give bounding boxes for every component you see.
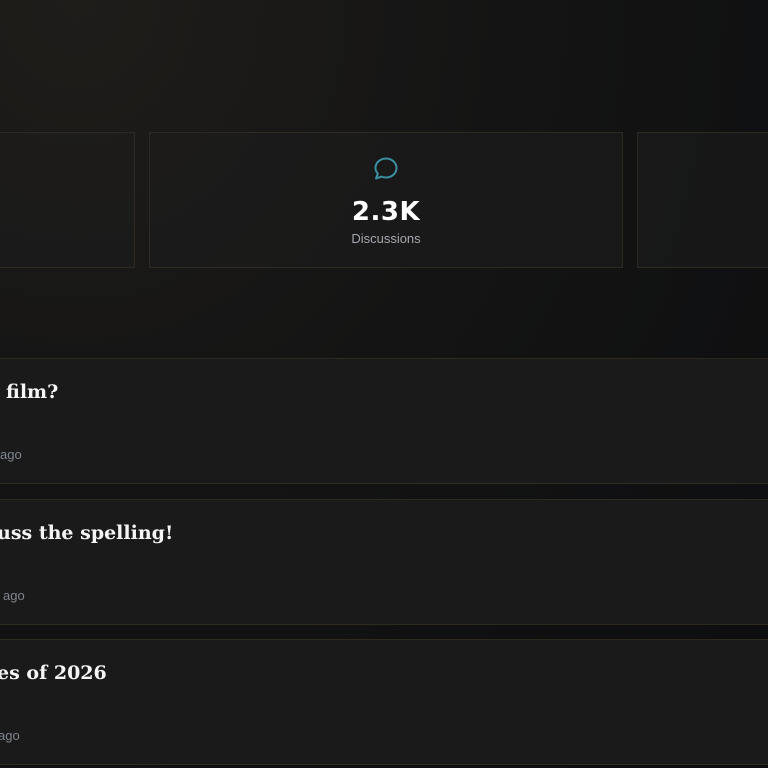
stat-card-partial-left [0, 132, 135, 268]
stat-value: 2.3K [351, 197, 421, 227]
discussion-title[interactable]: es of 2026 [0, 662, 107, 684]
discussion-title[interactable]: uss the spelling! [0, 522, 173, 544]
chat-bubble-icon [374, 157, 398, 180]
discussion-time: ago [0, 447, 22, 462]
stat-card-discussions: 2.3K Discussions [149, 132, 623, 268]
stat-label: Discussions [351, 231, 421, 246]
discussion-card[interactable]: uss the spelling! ago [0, 499, 768, 625]
discussion-time: ago [3, 588, 25, 603]
discussion-time: ago [0, 728, 20, 743]
stat-card-partial-right [637, 132, 768, 268]
discussion-card[interactable]: film? ago [0, 358, 768, 484]
discussion-title[interactable]: film? [6, 381, 58, 403]
discussion-card[interactable]: es of 2026 ago [0, 639, 768, 765]
